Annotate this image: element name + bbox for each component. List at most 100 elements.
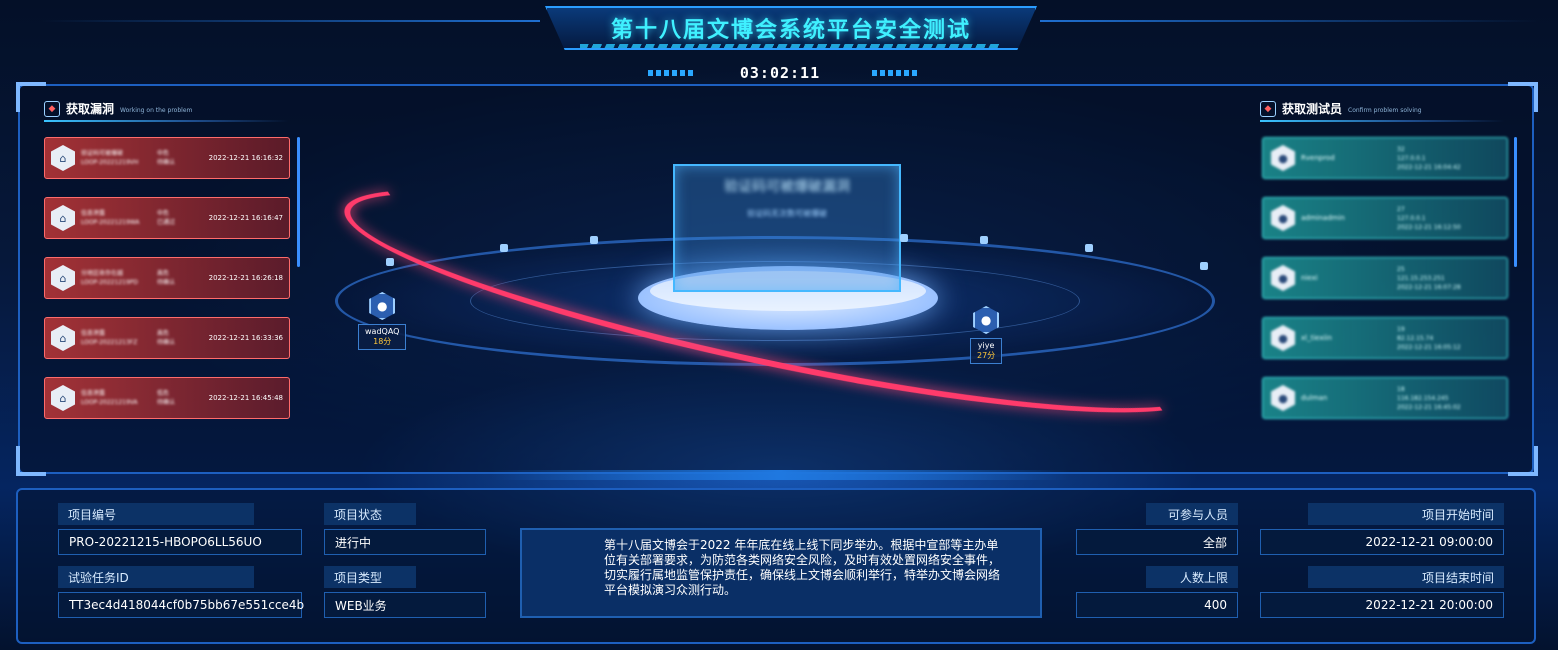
left-scrollbar[interactable] (297, 137, 300, 267)
tester-ip: 121.15.253.251 (1397, 274, 1445, 282)
status-value: 进行中 (324, 529, 486, 555)
avatar-score: 18分 (373, 337, 392, 346)
vuln-status: 待确认 (157, 279, 176, 286)
header-wing-right (1040, 20, 1540, 22)
vuln-name: 信息泄露 (81, 390, 106, 397)
avatar-node[interactable]: ● yiye 27分 (970, 306, 1003, 364)
tester-score: 27 (1397, 205, 1405, 213)
orbit-node[interactable] (590, 236, 598, 244)
user-icon: ● (973, 306, 1000, 334)
vuln-time: 2022-12-21 16:33:36 (208, 334, 283, 342)
vuln-time: 2022-12-21 16:45:48 (208, 394, 283, 402)
vuln-card[interactable]: ⌂ 信息泄露 LOOP-20221219WA 中危 已通过 2022-12-21 1… (44, 197, 290, 239)
description-box: 第十八届文博会于2022 年年底在线上线下同步举办。根据中宣部等主办单位有关部署… (520, 528, 1042, 618)
avatar-tag: wadQAQ 18分 (358, 324, 407, 350)
avatar-score: 27分 (977, 351, 996, 360)
orbit-node[interactable] (1200, 262, 1208, 270)
tester-time: 2022-12-21 16:12:50 (1397, 223, 1461, 231)
shield-icon: ◆ (1260, 100, 1276, 117)
left-panel-subtitle: Working on the problem (120, 107, 193, 114)
vuln-level: 高危 (157, 270, 170, 277)
vuln-id: LOOP-20221219VA (81, 399, 138, 406)
user-icon: ● (1271, 145, 1295, 171)
right-panel-title: 获取测试员 (1282, 102, 1343, 116)
task-id-label: 试验任务ID (58, 566, 254, 588)
left-panel-title: 获取漏洞 (66, 102, 115, 116)
tester-name: adminadmin (1301, 214, 1345, 222)
hologram-card[interactable]: 验证码可被爆破漏洞 验证码无次数可被爆破 (673, 164, 901, 292)
right-panel-subtitle: Confirm problem solving (1348, 107, 1422, 114)
tester-name: niexi (1301, 274, 1318, 282)
vuln-level: 低危 (157, 390, 170, 397)
end-time-value: 2022-12-21 20:00:00 (1260, 592, 1504, 618)
header-wing-left (40, 20, 540, 22)
home-icon: ⌂ (51, 145, 75, 171)
vuln-level: 中危 (157, 210, 170, 217)
vuln-time: 2022-12-21 16:16:32 (208, 154, 283, 162)
frame-bottom-glow (490, 470, 1070, 480)
description-text: 第十八届文博会于2022 年年底在线上线下同步举办。根据中宣部等主办单位有关部署… (604, 538, 1001, 597)
vuln-level: 高危 (157, 330, 170, 337)
vuln-id: LOOP-20221213FZ (81, 339, 138, 346)
user-icon: ● (1271, 385, 1295, 411)
type-label: 项目类型 (324, 566, 416, 588)
project-no-value: PRO-20221215-HBOPO6LL56UO (58, 529, 302, 555)
center-scene: 验证码可被爆破漏洞 验证码无次数可被爆破 ● wadQAQ 18分 ● yiye… (290, 86, 1260, 432)
start-time-label: 项目开始时间 (1308, 503, 1504, 525)
page-title: 第十八届文博会系统平台安全测试 (610, 18, 971, 43)
right-scrollbar[interactable] (1514, 137, 1517, 267)
vuln-list: ⌂ 验证码可被爆破 LOOP-20221219VH 中危 待确认 2022-12-2… (44, 137, 290, 437)
vuln-name: 信息泄露 (81, 330, 106, 337)
vuln-card[interactable]: ⌂ 信息泄露 LOOP-20221219VA 低危待确认 2022-12-21 1… (44, 377, 290, 419)
limit-label: 人数上限 (1146, 566, 1238, 588)
tester-ip: 82.12.15.74 (1397, 334, 1434, 342)
vuln-card[interactable]: ⌂ 验证码可被爆破 LOOP-20221219VH 中危 待确认 2022-12-2… (44, 137, 290, 179)
orbit-node[interactable] (980, 236, 988, 244)
tester-score: 25 (1397, 265, 1405, 273)
orbit-node[interactable] (500, 244, 508, 252)
frame-corner (16, 446, 46, 476)
vuln-name: 验证码可被爆破 (81, 150, 124, 157)
orbit-node[interactable] (386, 258, 394, 266)
vuln-status: 待确认 (157, 159, 176, 166)
timer-deco-right (872, 70, 920, 76)
vuln-card[interactable]: ⌂ 分地区收存在越 LOOP-20221219PD 高危 待确认 2022-12-2… (44, 257, 290, 299)
home-icon: ⌂ (51, 265, 75, 291)
limit-value: 400 (1076, 592, 1238, 618)
frame-corner (1508, 82, 1538, 112)
vuln-status: 待确认 (157, 399, 176, 406)
user-icon: ● (1271, 205, 1295, 231)
orbit-node[interactable] (900, 234, 908, 242)
tester-card[interactable]: ● niexi 25 121.15.253.251 2022-12-21 16:07… (1262, 257, 1508, 299)
tester-card[interactable]: ● adminadmin 27 127.0.0.1 2022-12-21 16:12… (1262, 197, 1508, 239)
tester-card[interactable]: ● xl_tiexiin 19 82.12.15.74 2022-12-21 16:… (1262, 317, 1508, 359)
avatar-node[interactable]: ● wadQAQ 18分 (358, 292, 407, 350)
vuln-card[interactable]: ⌂ 信息泄露 LOOP-20221213FZ 高危 待确认 2022-12-21 1… (44, 317, 290, 359)
right-panel-line (1260, 120, 1504, 122)
vuln-name: 信息泄露 (81, 210, 106, 217)
tester-list: ● Rvenprod 32 127.0.0.1 2022-12-21 16:04:4… (1262, 137, 1508, 437)
type-value: WEB业务 (324, 592, 486, 618)
tester-name: xl_tiexiin (1301, 334, 1332, 342)
tester-ip: 127.0.0.1 (1397, 154, 1426, 162)
user-icon: ● (369, 292, 396, 320)
tester-card[interactable]: ● Rvenprod 32 127.0.0.1 2022-12-21 16:04:4… (1262, 137, 1508, 179)
shield-icon: ◆ (44, 100, 60, 117)
avatar-tag: yiye 27分 (970, 338, 1003, 364)
tester-score: 32 (1397, 145, 1405, 153)
status-label: 项目状态 (324, 503, 416, 525)
home-icon: ⌂ (51, 385, 75, 411)
hologram-title: 验证码可被爆破漏洞 (724, 179, 850, 195)
tester-time: 2022-12-21 16:05:12 (1397, 343, 1461, 351)
vuln-name: 分地区收存在越 (81, 270, 124, 277)
hologram-subtitle: 验证码无次数可被爆破 (747, 209, 827, 218)
tester-card[interactable]: ● dulman 18 116.182.154.245 2022-12-21 16:… (1262, 377, 1508, 419)
participants-label: 可参与人员 (1146, 503, 1238, 525)
task-id-value: TT3ec4d418044cf0b75bb67e551cce4b (58, 592, 304, 618)
frame-corner (16, 82, 46, 112)
vuln-time: 2022-12-21 16:26:18 (208, 274, 283, 282)
user-icon: ● (1271, 325, 1295, 351)
orbit-node[interactable] (1085, 244, 1093, 252)
participants-value: 全部 (1076, 529, 1238, 555)
timer-deco-left (648, 70, 696, 76)
